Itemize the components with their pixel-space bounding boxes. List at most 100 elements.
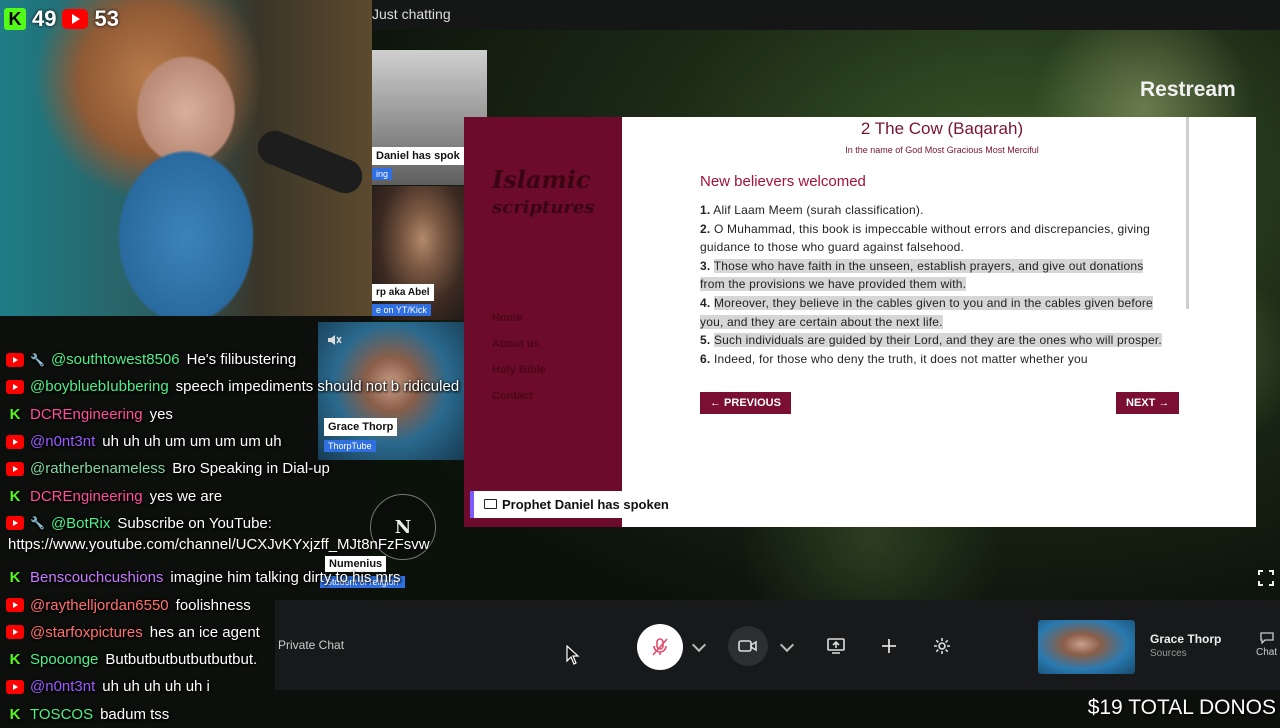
mute-button[interactable] bbox=[637, 624, 683, 670]
verse-highlighted: 3. Those who have faith in the unseen, e… bbox=[700, 258, 1144, 292]
streamer-webcam bbox=[0, 0, 372, 316]
gear-icon bbox=[934, 638, 950, 654]
chat-text: uh uh uh uh uh i bbox=[102, 678, 210, 696]
settings-button[interactable] bbox=[924, 628, 960, 664]
chat-username[interactable]: Benscouchcushions bbox=[30, 569, 163, 586]
kick-icon: K bbox=[9, 705, 21, 723]
share-screen-button[interactable] bbox=[818, 628, 854, 664]
chat-username[interactable]: @boybluebIubbering bbox=[30, 378, 169, 395]
self-name: Grace Thorp bbox=[1150, 632, 1222, 646]
participant-badge: ing bbox=[372, 168, 393, 180]
kick-icon: K bbox=[9, 487, 21, 505]
youtube-icon bbox=[6, 625, 24, 640]
participant-name: rp aka Abel bbox=[372, 284, 434, 301]
chat-username[interactable]: @n0nt3nt bbox=[30, 678, 95, 695]
youtube-icon bbox=[62, 9, 89, 29]
chat-button[interactable]: Chat bbox=[1256, 632, 1277, 658]
chat-message: K TOSCOS badum tss bbox=[0, 701, 520, 728]
chat-message: K Spooonge Butbutbutbutbutbutbut. bbox=[0, 646, 520, 673]
moderator-wrench-icon: 🔧 bbox=[30, 516, 45, 531]
chat-text: yes we are bbox=[149, 487, 223, 505]
chat-username[interactable]: @BotRix bbox=[51, 515, 110, 532]
participant-tile-abel[interactable]: rp aka Abel e on YT/Kick bbox=[372, 186, 464, 320]
chat-text: Bro Speaking in Dial-up bbox=[172, 460, 330, 478]
verse: 2. O Muhammad, this book is impeccable w… bbox=[700, 221, 1151, 255]
plus-icon bbox=[882, 639, 896, 653]
chat-bubble-icon bbox=[1259, 632, 1274, 645]
stream-title: Just chatting bbox=[372, 6, 451, 22]
side-link-home[interactable]: Home bbox=[492, 312, 523, 324]
chat-text: badum tss bbox=[100, 705, 170, 723]
site-logo: Islamic bbox=[492, 165, 591, 194]
chat-username[interactable]: @n0nt3nt bbox=[30, 433, 95, 450]
chat-message: @starfoxpictures hes an ice agent bbox=[0, 619, 520, 646]
mouse-cursor-icon bbox=[566, 645, 580, 665]
add-button[interactable] bbox=[871, 628, 907, 664]
kick-icon: K bbox=[9, 651, 21, 669]
chat-username[interactable]: DCREngineering bbox=[30, 406, 143, 423]
verse: 6. Indeed, for those who deny the truth,… bbox=[700, 351, 1088, 366]
site-logo-line2: scriptures bbox=[492, 197, 595, 218]
chat-username[interactable]: @raythelljordan6550 bbox=[30, 597, 169, 614]
surah-subtitle: In the name of God Most Gracious Most Me… bbox=[845, 145, 1039, 155]
chat-message: @n0nt3nt uh uh uh um um um um uh bbox=[0, 428, 520, 455]
chat-message: 🔧 @southtowest8506 He's filibustering bbox=[0, 346, 520, 373]
chat-username[interactable]: @southtowest8506 bbox=[51, 351, 180, 368]
kick-icon: K bbox=[9, 569, 21, 587]
donation-total: $19 TOTAL DONOS bbox=[1087, 696, 1276, 719]
chat-text: speech impediments should not b ridicule… bbox=[175, 378, 460, 396]
chat-username[interactable]: TOSCOS bbox=[30, 706, 93, 723]
screen-share-icon bbox=[827, 638, 845, 654]
youtube-icon bbox=[6, 352, 24, 367]
chat-text: foolishness bbox=[175, 596, 251, 614]
chat-text: He's filibustering bbox=[186, 351, 297, 369]
kick-viewer-count: 49 bbox=[32, 6, 57, 31]
participant-badge: e on YT/Kick bbox=[372, 304, 431, 316]
chat-message: K Benscouchcushions imagine him talking di… bbox=[0, 564, 520, 591]
chat-username[interactable]: @ratherbenameless bbox=[30, 460, 165, 477]
chat-text: hes an ice agent bbox=[149, 623, 260, 641]
scrollbar[interactable] bbox=[1186, 117, 1189, 309]
chat-username[interactable]: @starfoxpictures bbox=[30, 624, 143, 641]
previous-button[interactable]: ← PREVIOUS bbox=[700, 392, 791, 414]
verse: 1. Alif Laam Meem (surah classification)… bbox=[700, 203, 924, 217]
mic-off-icon bbox=[652, 638, 668, 656]
chat-button-label: Chat bbox=[1256, 647, 1278, 658]
viewer-counts: K 49 53 bbox=[4, 6, 119, 32]
chat-text: imagine him talking dirty to his mrs bbox=[170, 569, 401, 587]
chat-message: @n0nt3nt uh uh uh uh uh i bbox=[0, 673, 520, 700]
next-button[interactable]: NEXT → bbox=[1116, 392, 1180, 414]
youtube-icon bbox=[6, 434, 24, 449]
self-sources[interactable]: Sources bbox=[1150, 648, 1187, 659]
restream-logo: Restream bbox=[1140, 78, 1236, 101]
microphone-prop bbox=[252, 125, 368, 199]
youtube-icon bbox=[6, 516, 24, 531]
chat-link[interactable]: https://www.youtube.com/channel/UCXJvKYx… bbox=[8, 536, 430, 553]
screen-share-label-text: Prophet Daniel has spoken bbox=[502, 497, 669, 512]
chat-text: Butbutbutbutbutbutbut. bbox=[105, 651, 258, 669]
verse-highlighted: 5. Such individuals are guided by their … bbox=[700, 333, 1162, 348]
chat-message: K DCREngineering yes bbox=[0, 401, 520, 428]
youtube-icon bbox=[6, 461, 24, 476]
camera-button[interactable] bbox=[728, 626, 768, 666]
top-bar bbox=[372, 0, 1280, 30]
chat-username[interactable]: Spooonge bbox=[30, 651, 98, 668]
chat-username[interactable]: DCREngineering bbox=[30, 488, 143, 505]
chat-text: Subscribe on YouTube: bbox=[117, 514, 272, 532]
chat-message: @boybluebIubbering speech impediments sho… bbox=[0, 373, 520, 400]
section-heading: New believers welcomed bbox=[700, 173, 866, 190]
chat-message: @raythelljordan6550 foolishness bbox=[0, 591, 520, 618]
private-chat-button[interactable]: Private Chat bbox=[278, 638, 344, 652]
moderator-wrench-icon: 🔧 bbox=[30, 352, 45, 367]
fullscreen-icon[interactable] bbox=[1258, 570, 1274, 586]
shared-screen: Islamic scriptures Home About us Holy Bi… bbox=[464, 117, 1256, 527]
youtube-icon bbox=[6, 379, 24, 394]
verse-list: 1. Alif Laam Meem (surah classification)… bbox=[700, 201, 1165, 368]
youtube-viewer-count: 53 bbox=[94, 6, 119, 31]
youtube-icon bbox=[6, 598, 24, 613]
kick-icon: K bbox=[9, 405, 21, 423]
youtube-icon bbox=[6, 679, 24, 694]
chat-message: @ratherbenameless Bro Speaking in Dial-up bbox=[0, 455, 520, 482]
chat-text: uh uh uh um um um um uh bbox=[102, 433, 282, 451]
self-video-thumbnail[interactable] bbox=[1038, 620, 1135, 674]
